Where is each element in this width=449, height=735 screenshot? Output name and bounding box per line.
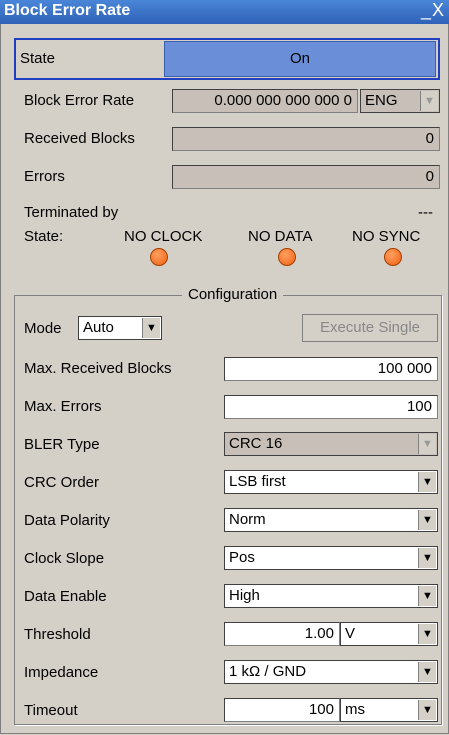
chevron-down-icon[interactable]: ▼ [418,624,436,644]
timeout-unit-value: ms [345,701,365,718]
bler-unit-select: ENG ▼ [360,89,440,113]
terminated-by-value: --- [418,204,433,221]
bler-value: 0.000 000 000 000 0 [172,89,358,113]
impedance-label: Impedance [24,664,99,681]
threshold-label: Threshold [24,626,91,643]
data-enable-value: High [229,587,260,604]
bler-type-select: CRC 16 ▼ [224,432,438,456]
received-blocks-label: Received Blocks [24,130,135,147]
data-polarity-label: Data Polarity [24,512,110,529]
max-errors-input[interactable]: 100 [224,395,438,419]
no-data-led-icon [278,248,296,266]
threshold-input[interactable]: 1.00 [224,622,340,646]
chevron-down-icon: ▼ [420,91,438,111]
chevron-down-icon[interactable]: ▼ [418,548,436,568]
state-toggle-button[interactable]: On [164,41,436,77]
mode-value: Auto [83,319,114,336]
state-row: State On [14,38,440,80]
data-enable-label: Data Enable [24,588,107,605]
impedance-select[interactable]: 1 kΩ / GND ▼ [224,660,438,684]
chevron-down-icon[interactable]: ▼ [142,318,160,338]
no-clock-led-icon [150,248,168,266]
errors-label: Errors [24,168,65,185]
clock-slope-select[interactable]: Pos ▼ [224,546,438,570]
configuration-title: Configuration [182,286,284,303]
no-clock-label: NO CLOCK [124,228,203,245]
chevron-down-icon[interactable]: ▼ [418,700,436,720]
bler-unit-value: ENG [365,92,398,109]
execute-single-button[interactable]: Execute Single [302,314,438,342]
crc-order-label: CRC Order [24,474,100,491]
no-data-label: NO DATA [248,228,313,245]
window-titlebar: Block Error Rate _X [0,0,449,24]
threshold-unit-select[interactable]: V ▼ [340,622,438,646]
errors-value: 0 [172,165,440,189]
clock-slope-label: Clock Slope [24,550,105,567]
threshold-unit-value: V [345,625,356,642]
bler-type-value: CRC 16 [229,435,283,452]
chevron-down-icon[interactable]: ▼ [418,472,436,492]
data-polarity-value: Norm [229,511,266,528]
mode-label: Mode [24,320,62,337]
chevron-down-icon[interactable]: ▼ [418,510,436,530]
max-received-blocks-label: Max. Received Blocks [24,360,172,377]
max-received-blocks-input[interactable]: 100 000 [224,357,438,381]
mode-select[interactable]: Auto ▼ [78,316,162,340]
window-controls[interactable]: _X [421,0,445,21]
chevron-down-icon: ▼ [418,434,436,454]
signal-state-label: State: [24,228,64,245]
clock-slope-value: Pos [229,549,255,566]
bler-type-label: BLER Type [24,436,100,453]
data-enable-select[interactable]: High ▼ [224,584,438,608]
no-sync-label: NO SYNC [352,228,421,245]
bler-label: Block Error Rate [24,92,135,109]
max-errors-label: Max. Errors [24,398,102,415]
chevron-down-icon[interactable]: ▼ [418,662,436,682]
timeout-unit-select[interactable]: ms ▼ [340,698,438,722]
chevron-down-icon[interactable]: ▼ [418,586,436,606]
terminated-by-label: Terminated by [24,204,119,221]
timeout-input[interactable]: 100 [224,698,340,722]
no-sync-led-icon [384,248,402,266]
window-title: Block Error Rate [4,2,131,19]
impedance-value: 1 kΩ / GND [229,663,307,680]
timeout-label: Timeout [24,702,78,719]
state-label: State [20,50,56,67]
data-polarity-select[interactable]: Norm ▼ [224,508,438,532]
crc-order-select[interactable]: LSB first ▼ [224,470,438,494]
received-blocks-value: 0 [172,127,440,151]
crc-order-value: LSB first [229,473,286,490]
